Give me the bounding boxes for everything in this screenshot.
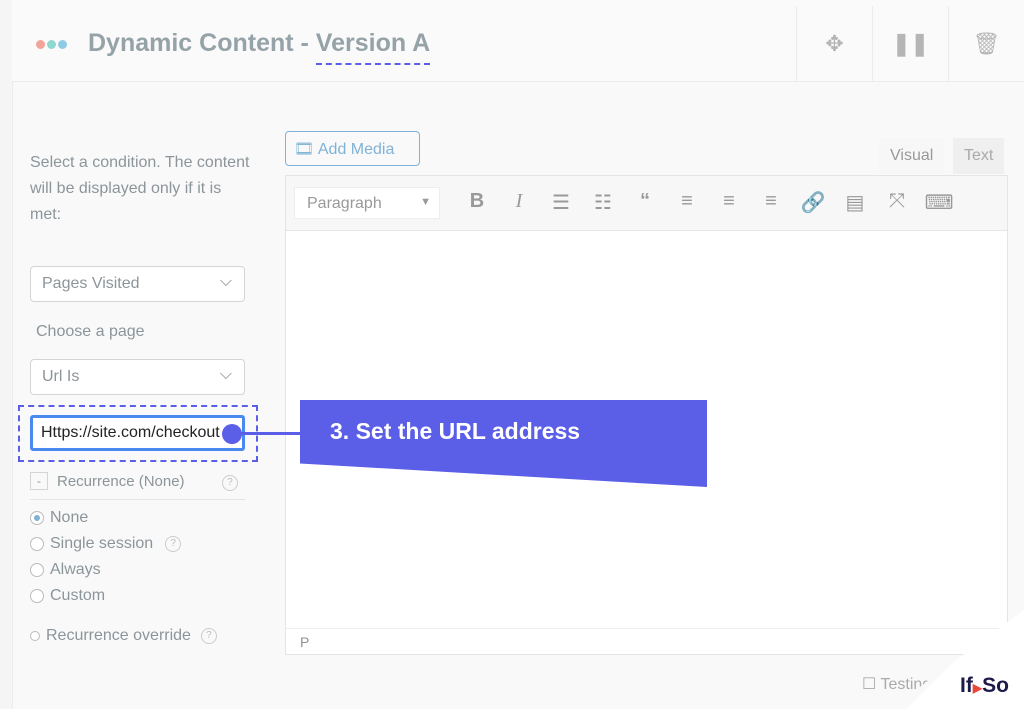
link-icon[interactable]: 🔗 <box>792 190 834 215</box>
radio-icon <box>30 631 40 641</box>
play-icon: ▶ <box>972 681 983 695</box>
radio-label: Always <box>50 561 101 578</box>
italic-icon[interactable]: I <box>498 190 540 215</box>
title-text: Dynamic Content - <box>88 29 316 57</box>
delete-button[interactable]: 🗑 <box>948 6 1024 82</box>
move-icon: ✥ <box>825 31 844 56</box>
version-name[interactable]: Version A <box>315 29 431 65</box>
radio-none[interactable]: None <box>30 509 88 527</box>
recurrence-override-toggle[interactable]: Recurrence override? <box>30 627 217 645</box>
format-value: Paragraph <box>307 195 382 212</box>
toolbar-toggle-icon[interactable]: ⌨ <box>918 190 960 215</box>
choose-page-label: Choose a page <box>36 323 145 340</box>
format-select[interactable]: Paragraph ▼ <box>294 187 440 219</box>
fullscreen-icon[interactable]: ⤧ <box>876 190 918 215</box>
blockquote-icon[interactable]: “ <box>624 190 666 215</box>
page-title: Dynamic Content - Version A <box>88 29 431 65</box>
editor-toolbar: Paragraph ▼ B I ☰ ☷ “ ≡ ≡ ≡ 🔗 ▤ ⤧ ⌨ <box>286 176 1007 231</box>
ifso-logo: If▶So <box>960 674 1009 698</box>
chevron-down-icon: ⌵ <box>219 366 232 383</box>
move-button[interactable]: ✥ <box>796 6 872 82</box>
url-input[interactable]: Https://site.com/checkout <box>30 415 245 451</box>
dropdown-arrow-icon: ▼ <box>420 196 431 208</box>
tab-text[interactable]: Text <box>953 138 1005 174</box>
bullet-list-icon[interactable]: ☰ <box>540 190 582 215</box>
recurrence-collapse-button[interactable]: - <box>30 472 48 490</box>
add-media-label: Add Media <box>317 141 395 158</box>
condition-value: Pages Visited <box>42 275 140 292</box>
logo-right: So <box>982 674 1009 697</box>
recurrence-label: Recurrence (None) <box>57 473 185 490</box>
chevron-down-icon: ⌵ <box>219 273 232 290</box>
add-media-button[interactable]: 🎞 Add Media <box>285 131 420 166</box>
radio-label: None <box>50 509 89 526</box>
radio-icon <box>30 563 44 577</box>
pause-icon: ❚❚ <box>892 31 929 56</box>
operator-value: Url Is <box>42 368 80 385</box>
trash-icon: 🗑 <box>972 31 1001 56</box>
radio-icon <box>30 589 44 603</box>
help-icon[interactable]: ? <box>200 628 217 644</box>
radio-label: Single session <box>50 535 154 552</box>
align-center-icon[interactable]: ≡ <box>708 190 750 215</box>
version-dots-icon <box>36 40 67 49</box>
radio-icon <box>30 537 44 551</box>
condition-instruction: Select a condition. The content will be … <box>30 154 250 223</box>
callout-text: 3. Set the URL address <box>330 418 581 444</box>
align-right-icon[interactable]: ≡ <box>750 190 792 215</box>
bold-icon[interactable]: B <box>456 190 498 215</box>
logo-left: If <box>960 674 973 697</box>
callout-line <box>240 432 302 435</box>
numbered-list-icon[interactable]: ☷ <box>582 190 624 215</box>
radio-custom[interactable]: Custom <box>30 587 105 605</box>
radio-single-session[interactable]: Single session? <box>30 535 182 553</box>
element-path: P <box>286 628 1007 654</box>
align-left-icon[interactable]: ≡ <box>666 190 708 215</box>
callout-dot <box>222 424 242 444</box>
radio-always[interactable]: Always <box>30 561 101 579</box>
media-icon: 🎞 <box>294 141 315 158</box>
recurrence-header: - Recurrence (None) ? <box>30 472 245 500</box>
tab-visual[interactable]: Visual <box>879 138 945 174</box>
help-icon[interactable]: ? <box>165 536 182 552</box>
pause-button[interactable]: ❚❚ <box>872 6 948 82</box>
help-icon[interactable]: ? <box>222 475 238 491</box>
override-label: Recurrence override <box>46 627 191 644</box>
radio-icon <box>30 511 44 525</box>
radio-label: Custom <box>50 587 106 604</box>
read-more-icon[interactable]: ▤ <box>834 190 876 215</box>
condition-select[interactable]: Pages Visited ⌵ <box>30 266 245 302</box>
operator-select[interactable]: Url Is ⌵ <box>30 359 245 395</box>
